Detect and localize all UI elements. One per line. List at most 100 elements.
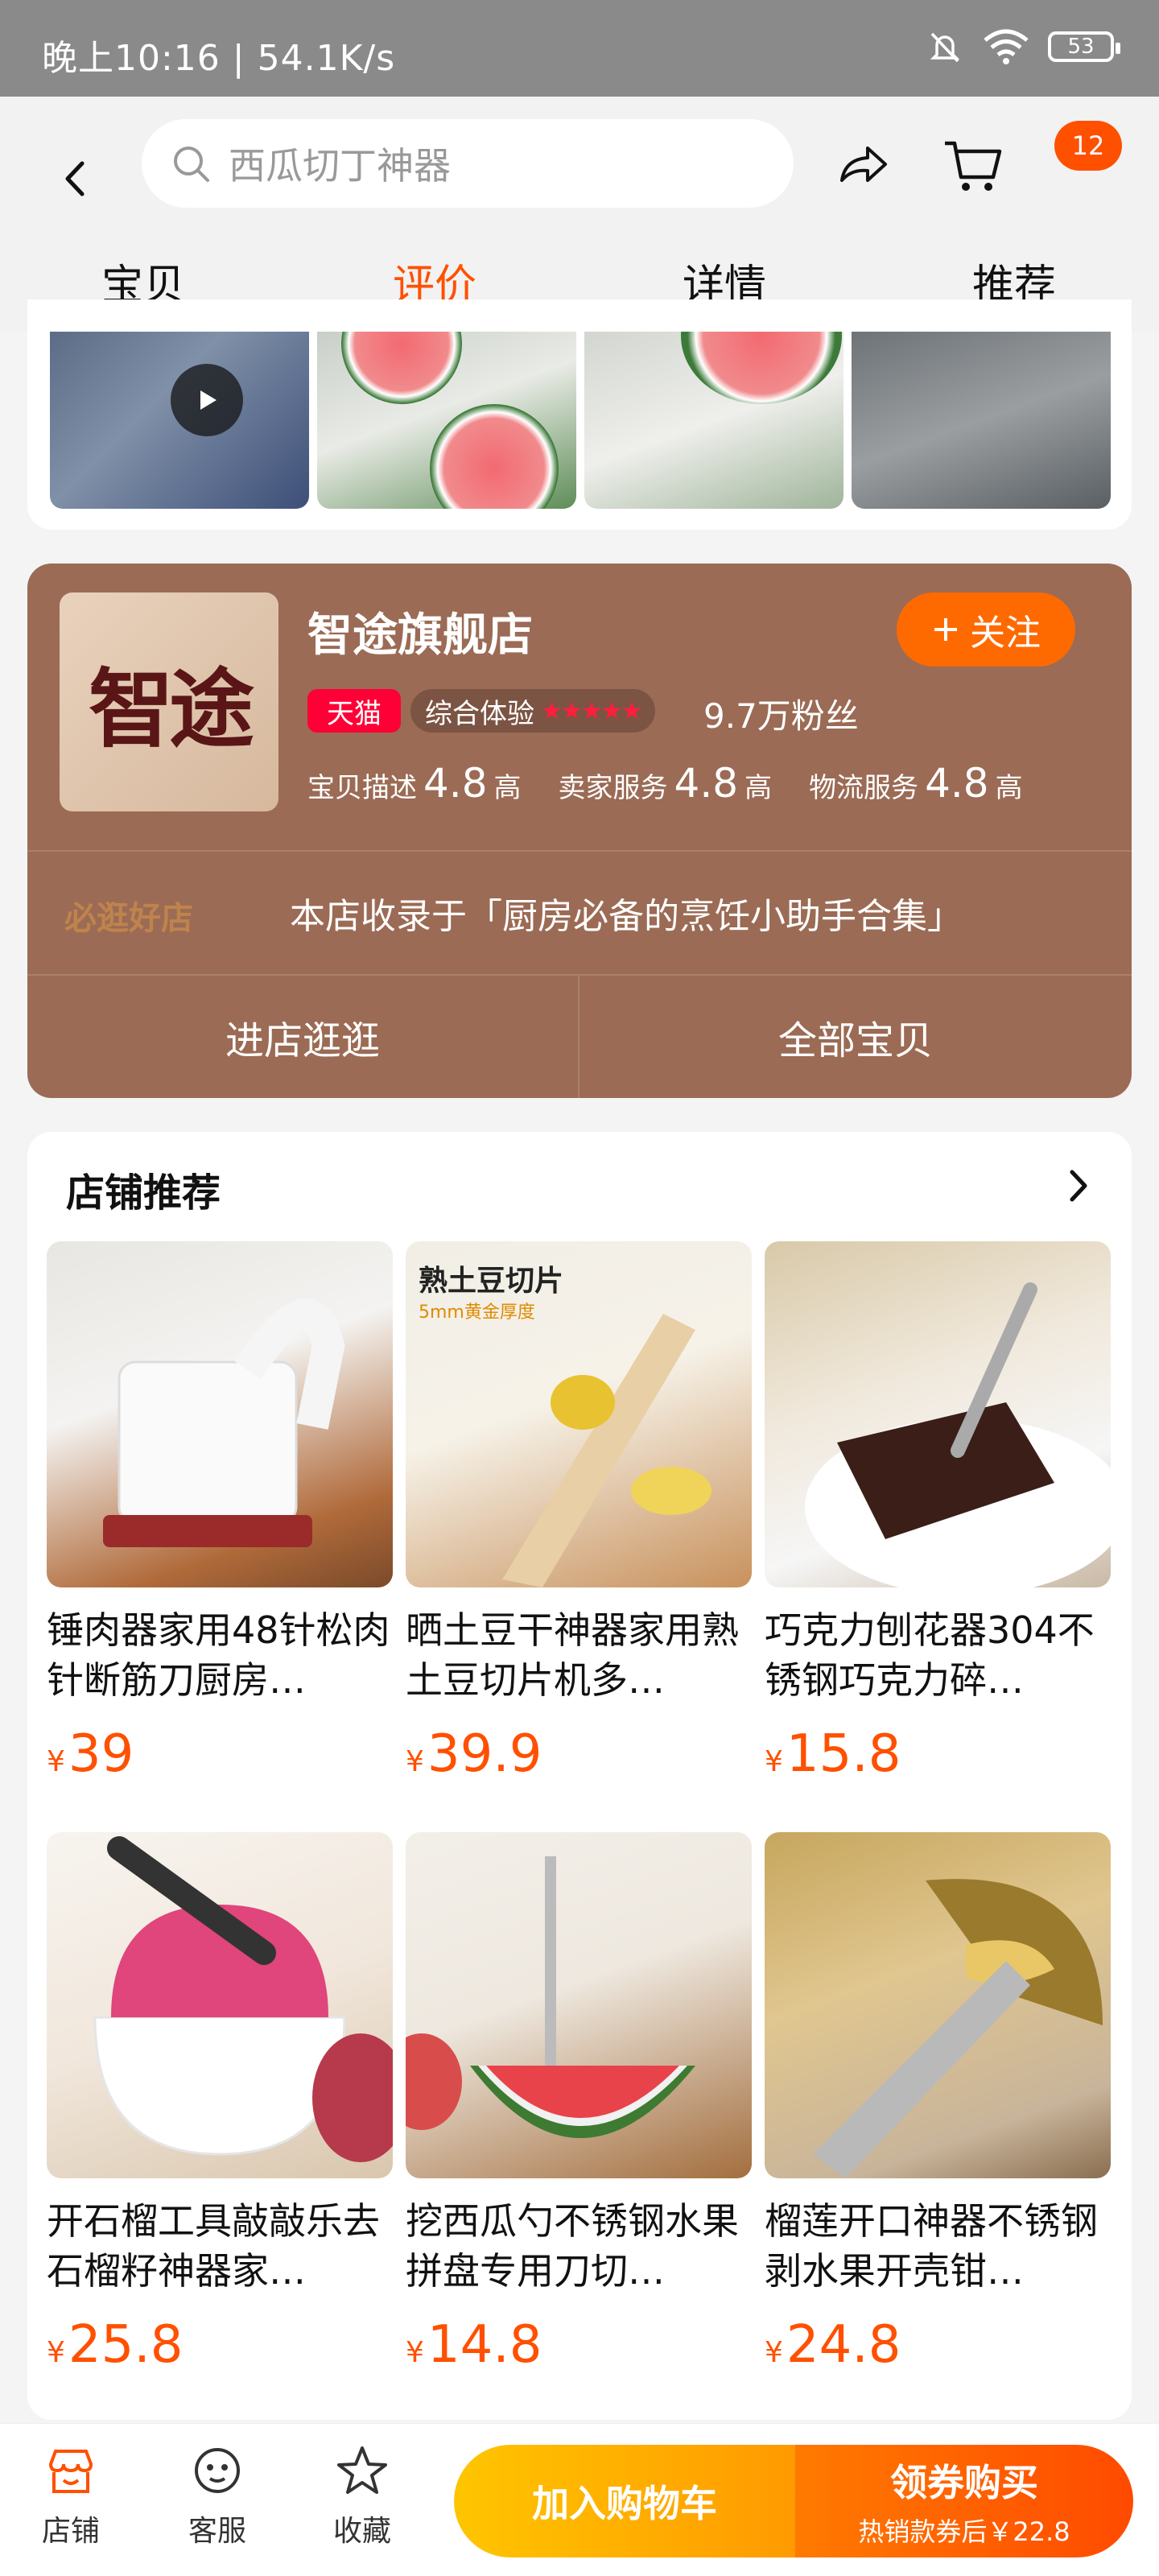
product-image[interactable] [47, 1241, 393, 1587]
status-bar: 晚上10:16 | 54.1K/s 53 [0, 0, 1159, 97]
customer-service-icon [195, 2448, 240, 2493]
shop-label: 店铺 [41, 2515, 100, 2548]
wifi-icon [984, 29, 1029, 64]
store-logo-text: 智途 [89, 658, 254, 759]
rating-score: 4.8 [674, 760, 739, 807]
status-time: 晚上10:16 | 54.1K/s [42, 38, 396, 79]
rating-description: 宝贝描述 4.8 高 [307, 760, 522, 807]
product-image[interactable] [47, 1832, 393, 2178]
currency-symbol: ¥ [765, 2336, 783, 2369]
store-ratings: 宝贝描述 4.8 高 卖家服务 4.8 高 物流服务 4.8 高 [307, 760, 1060, 807]
customer-service-button[interactable]: 客服 [169, 2443, 266, 2549]
rating-score: 4.8 [423, 760, 488, 807]
store-card: 智途 智途旗舰店 关注 天猫 综合体验 ★★★★★ 9.7万粉丝 宝贝描述 4.… [27, 564, 1132, 1098]
product-price: ¥ 14.8 [406, 2315, 752, 2375]
mute-bell-icon [930, 32, 960, 63]
product-price: ¥ 25.8 [47, 2315, 393, 2375]
follow-button[interactable]: 关注 [897, 592, 1075, 667]
buy-sub-label: 热销款券后￥22.8 [858, 2516, 1070, 2547]
tmall-badge: 天猫 [307, 689, 401, 733]
review-photo-video[interactable] [50, 332, 309, 509]
experience-badge: 综合体验 ★★★★★ [410, 689, 656, 733]
star-icon [337, 2446, 387, 2494]
section-title: 店铺推荐 [66, 1170, 221, 1216]
product-card[interactable]: 榴莲开口神器不锈钢剥水果开壳钳… ¥ 24.8 [765, 1832, 1111, 2375]
shop-recommend: 店铺推荐 锤肉器家用48针松肉针断筋刀厨房… ¥ 39 熟土豆切片 5mm黄金厚… [27, 1132, 1132, 2420]
back-arrow-icon [65, 161, 85, 196]
follow-label: 关注 [970, 613, 1041, 654]
all-items-button[interactable]: 全部宝贝 [580, 976, 1132, 1098]
fans-count: 9.7万粉丝 [703, 696, 859, 736]
review-photos [27, 299, 1132, 530]
must-visit-tag: 必逛好店 [64, 900, 193, 937]
price-value: 39.9 [427, 1724, 542, 1784]
favorite-button[interactable]: 收藏 [314, 2443, 410, 2549]
rating-label: 卖家服务 [558, 772, 668, 804]
image-caption: 熟土豆切片 [419, 1265, 564, 1298]
battery-icon: 53 [1048, 31, 1120, 62]
store-name[interactable]: 智途旗舰店 [307, 599, 533, 664]
shop-button[interactable]: 店铺 [23, 2443, 119, 2549]
product-card[interactable]: 锤肉器家用48针松肉针断筋刀厨房… ¥ 39 [47, 1241, 393, 1784]
product-image[interactable] [765, 1241, 1111, 1587]
product-price: ¥ 39.9 [406, 1724, 752, 1784]
product-title[interactable]: 晒土豆干神器家用熟土豆切片机多… [406, 1605, 752, 1705]
chevron-right-icon[interactable] [1062, 1166, 1095, 1206]
product-card[interactable]: 巧克力刨花器304不锈钢巧克力碎… ¥ 15.8 [765, 1241, 1111, 1784]
currency-symbol: ¥ [47, 1745, 65, 1778]
battery-level: 53 [1067, 35, 1095, 59]
product-title[interactable]: 巧克力刨花器304不锈钢巧克力碎… [765, 1605, 1111, 1705]
price-value: 25.8 [68, 2315, 184, 2375]
currency-symbol: ¥ [406, 2336, 424, 2369]
product-title[interactable]: 榴莲开口神器不锈钢剥水果开壳钳… [765, 2196, 1111, 2296]
product-image[interactable] [406, 1832, 752, 2178]
search-icon [174, 147, 209, 182]
service-label: 客服 [188, 2515, 246, 2548]
product-card[interactable]: 熟土豆切片 5mm黄金厚度 晒土豆干神器家用熟土豆切片机多… ¥ 39.9 [406, 1241, 752, 1784]
rating-level: 高 [995, 772, 1023, 804]
review-photo[interactable] [584, 332, 843, 509]
shop-icon [48, 2450, 93, 2493]
rating-label: 宝贝描述 [307, 772, 417, 804]
back-button[interactable] [50, 138, 98, 219]
price-value: 39 [68, 1724, 134, 1784]
price-value: 14.8 [427, 2315, 542, 2375]
rating-stars-icon: ★★★★★ [541, 696, 642, 725]
price-value: 15.8 [786, 1724, 901, 1784]
product-card[interactable]: 开石榴工具敲敲乐去石榴籽神器家… ¥ 25.8 [47, 1832, 393, 2375]
divider [27, 850, 1132, 852]
product-image[interactable]: 熟土豆切片 5mm黄金厚度 [406, 1241, 752, 1587]
visit-store-button[interactable]: 进店逛逛 [27, 976, 580, 1098]
product-image[interactable] [765, 1832, 1111, 2178]
rating-logistics: 物流服务 4.8 高 [809, 760, 1023, 807]
search-placeholder: 西瓜切丁神器 [229, 144, 451, 188]
search-input[interactable]: 西瓜切丁神器 [142, 119, 794, 208]
price-value: 24.8 [786, 2315, 901, 2375]
review-photo[interactable] [852, 332, 1111, 509]
product-card[interactable]: 挖西瓜勺不锈钢水果拼盘专用刀切… ¥ 14.8 [406, 1832, 752, 2375]
buy-label: 领券购买 [890, 2461, 1038, 2504]
coupon-buy-button[interactable]: 领券购买 热销款券后￥22.8 [795, 2445, 1133, 2557]
product-title[interactable]: 开石榴工具敲敲乐去石榴籽神器家… [47, 2196, 393, 2296]
currency-symbol: ¥ [406, 1745, 424, 1778]
review-photo[interactable] [317, 332, 576, 509]
plus-icon [934, 618, 957, 641]
rating-label: 物流服务 [809, 772, 919, 804]
header: 西瓜切丁神器 12 宝贝 评价 详情 推荐 [0, 97, 1159, 332]
store-logo[interactable]: 智途 [60, 592, 278, 811]
collection-text[interactable]: 本店收录于「厨房必备的烹饪小助手合集」 [290, 887, 963, 939]
product-title[interactable]: 锤肉器家用48针松肉针断筋刀厨房… [47, 1605, 393, 1705]
add-to-cart-button[interactable]: 加入购物车 [454, 2445, 795, 2557]
product-price: ¥ 39 [47, 1724, 393, 1784]
product-title[interactable]: 挖西瓜勺不锈钢水果拼盘专用刀切… [406, 2196, 752, 2296]
cart-count-badge[interactable]: 12 [1054, 121, 1122, 171]
currency-symbol: ¥ [765, 1745, 783, 1778]
experience-label: 综合体验 [425, 697, 534, 730]
cart-icon[interactable] [942, 135, 1006, 196]
play-icon[interactable] [171, 364, 243, 436]
product-price: ¥ 15.8 [765, 1724, 1111, 1784]
status-icons: 53 [926, 27, 1120, 66]
bottom-action-bar: 店铺 客服 收藏 加入购物车 领券购买 热销款券后￥22.8 [0, 2423, 1159, 2576]
rating-level: 高 [493, 772, 522, 804]
share-icon[interactable] [834, 137, 892, 195]
